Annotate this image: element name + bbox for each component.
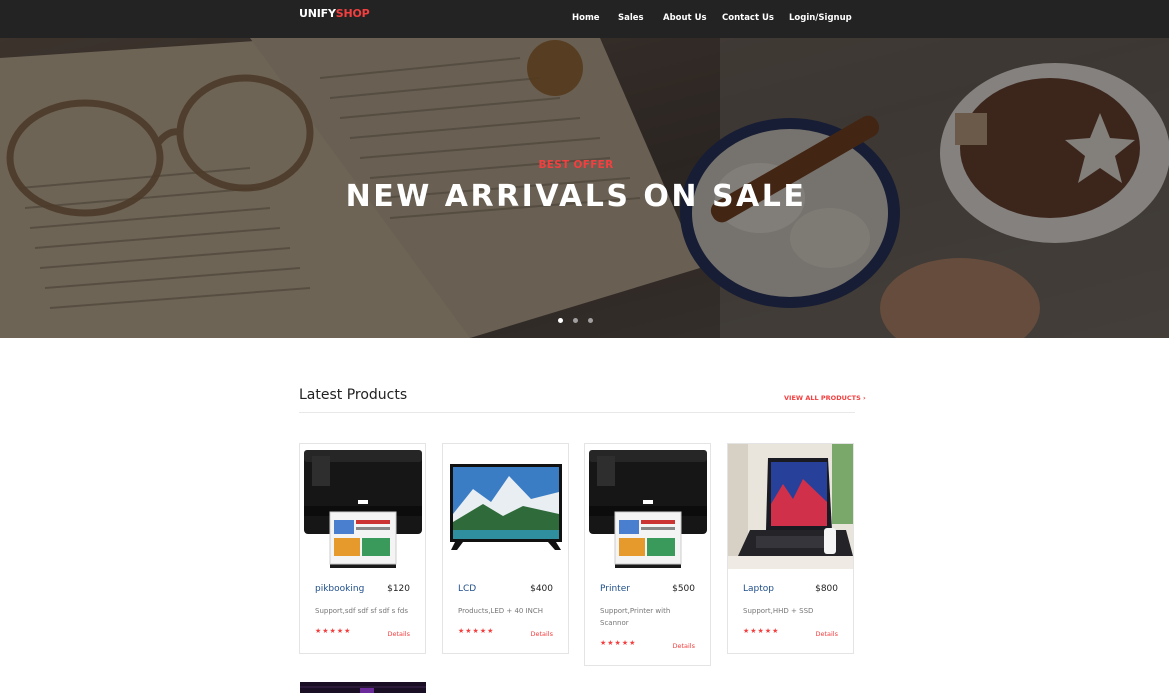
product-price: $120 [387, 584, 410, 594]
product-description: Products,LED + 40 INCH [458, 607, 544, 615]
carousel-dot-1[interactable] [558, 318, 563, 323]
hero-carousel: BEST OFFER NEW ARRIVALS ON SALE [0, 38, 1169, 338]
hero-title: NEW ARRIVALS ON SALE [345, 179, 807, 214]
navbar: UNIFYSHOP Home Sales About Us Contact Us… [0, 0, 1169, 38]
product-card[interactable]: Printer $500 Support,Printer with Scanno… [584, 443, 711, 666]
nav-links: Home Sales About Us Contact Us Login/Sig… [0, 13, 1169, 27]
section-divider [299, 412, 855, 413]
details-link[interactable]: Details [672, 642, 695, 650]
rating-stars-icon: ★★★★★ [743, 627, 780, 635]
printer-icon[interactable] [300, 444, 425, 569]
view-all-products-link[interactable]: VIEW ALL PRODUCTS › [784, 394, 866, 402]
hero-subtitle: BEST OFFER [538, 159, 614, 171]
product-description: Support,sdf sdf sf sdf s fds [315, 607, 408, 615]
nav-link-login-signup[interactable]: Login/Signup [789, 13, 852, 23]
carousel-dot-3[interactable] [588, 318, 593, 323]
details-link[interactable]: Details [387, 630, 410, 638]
rating-stars-icon: ★★★★★ [600, 639, 637, 647]
rating-stars-icon: ★★★★★ [315, 627, 352, 635]
details-link[interactable]: Details [530, 630, 553, 638]
details-link[interactable]: Details [815, 630, 838, 638]
product-card-partial-image[interactable] [300, 682, 426, 693]
rating-stars-icon: ★★★★★ [458, 627, 495, 635]
product-card[interactable]: pikbooking $120 Support,sdf sdf sf sdf s… [299, 443, 426, 654]
product-name[interactable]: LCD [458, 584, 476, 594]
laptop-icon[interactable] [728, 444, 853, 569]
tv-icon[interactable] [443, 444, 568, 569]
product-name[interactable]: Laptop [743, 584, 774, 594]
printer-icon[interactable] [585, 444, 710, 569]
product-price: $500 [672, 584, 695, 594]
nav-link-sales[interactable]: Sales [618, 13, 644, 23]
product-name[interactable]: Printer [600, 584, 630, 594]
product-price: $400 [530, 584, 553, 594]
product-card[interactable]: Laptop $800 Support,HHD + SSD ★★★★★ Deta… [727, 443, 854, 654]
carousel-dot-2[interactable] [573, 318, 578, 323]
carousel-dots [558, 318, 598, 324]
nav-link-contact-us[interactable]: Contact Us [722, 13, 774, 23]
product-description: Support,Printer with Scannor [600, 607, 671, 627]
product-description: Support,HHD + SSD [743, 607, 814, 615]
product-card[interactable]: LCD $400 Products,LED + 40 INCH ★★★★★ De… [442, 443, 569, 654]
product-price: $800 [815, 584, 838, 594]
nav-link-about-us[interactable]: About Us [663, 13, 707, 23]
product-name[interactable]: pikbooking [315, 584, 364, 594]
section-title: Latest Products [299, 387, 408, 403]
nav-link-home[interactable]: Home [572, 13, 600, 23]
